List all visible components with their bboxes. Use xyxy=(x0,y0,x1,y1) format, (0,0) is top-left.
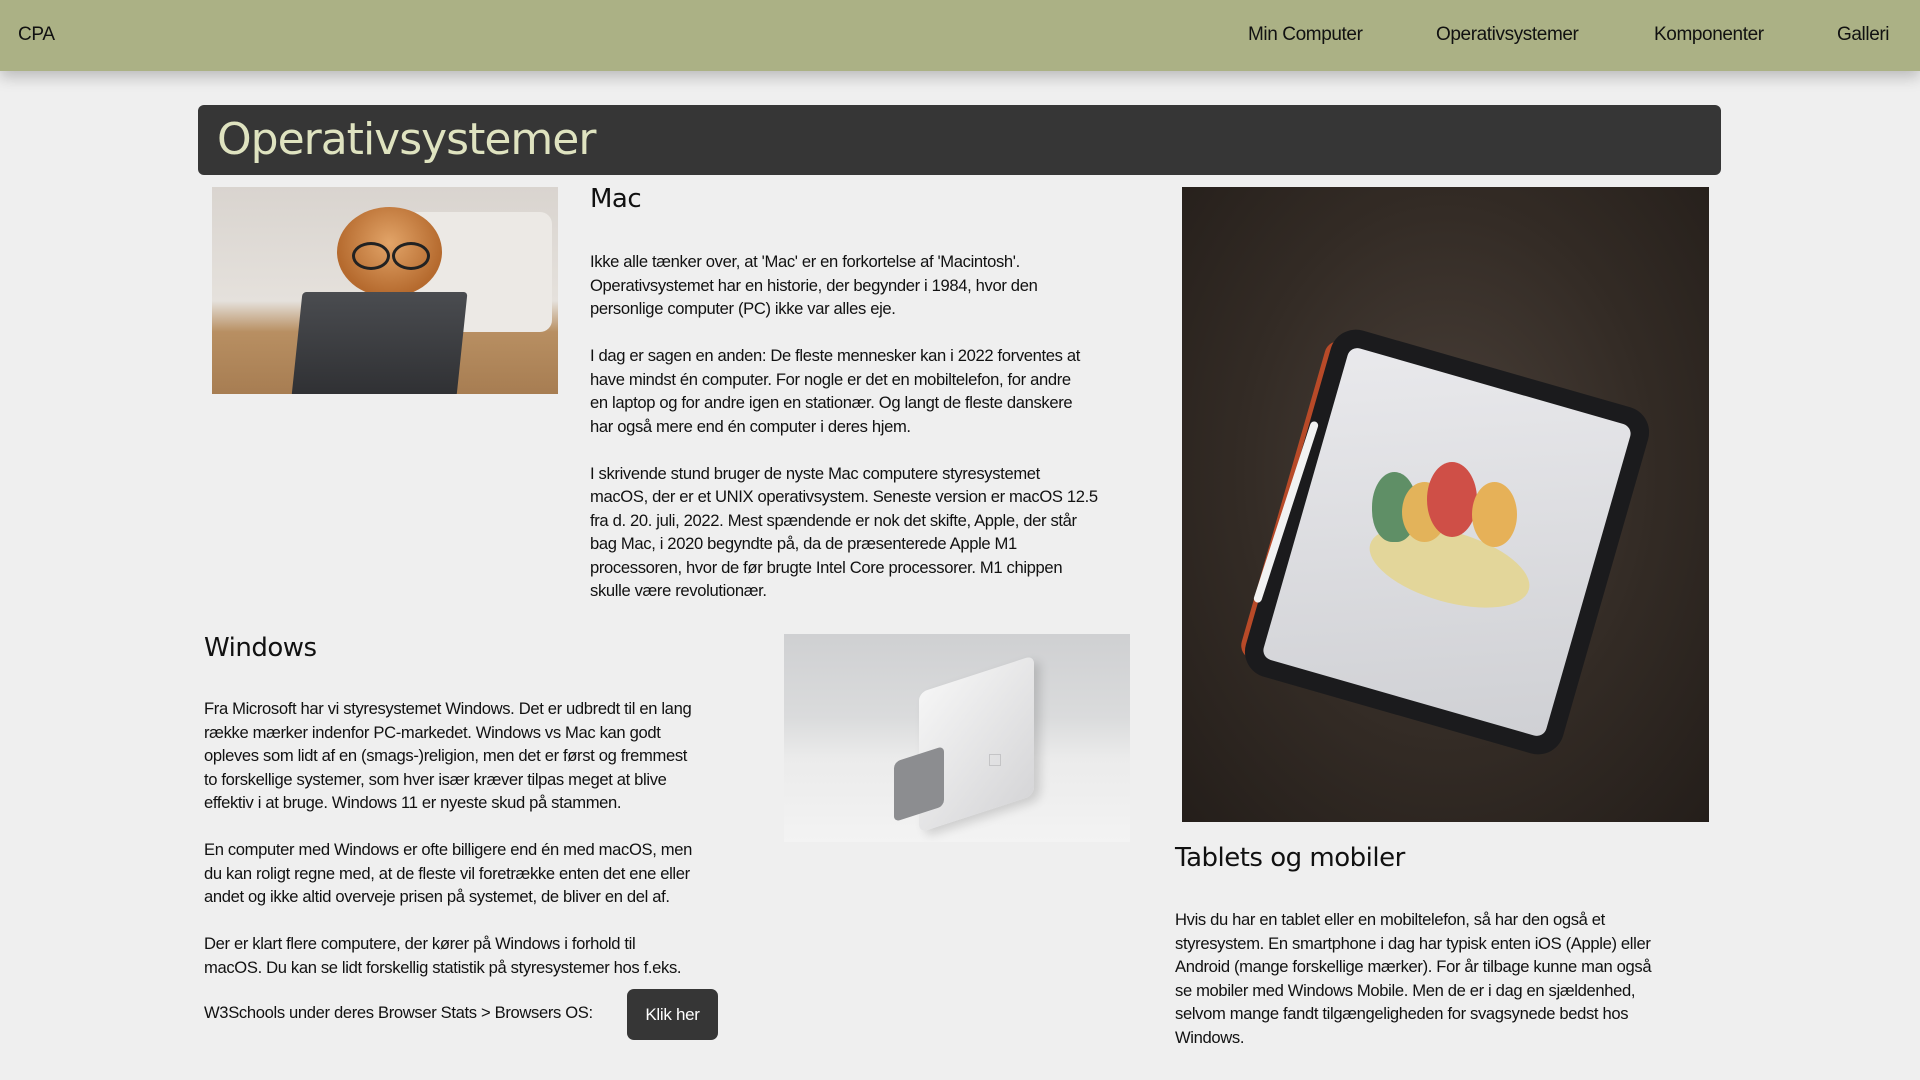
text-line: Operativsystemet har en historie, der be… xyxy=(590,275,1038,295)
text-line: processoren, hvor de før brugte Intel Co… xyxy=(590,557,1063,577)
mac-text: Ikke alle tænker over, at 'Mac' er en fo… xyxy=(590,250,1135,626)
text-line: effektiv i at bruge. Windows 11 er nyest… xyxy=(204,793,622,812)
brand-link[interactable]: CPA xyxy=(18,24,55,46)
text-line: I dag er sagen en anden: De fleste menne… xyxy=(590,346,1081,365)
text-line: Fra Microsoft har vi styresystemet Windo… xyxy=(204,699,692,718)
text-line: du kan roligt regne med, at de fleste vi… xyxy=(204,863,690,883)
text-line: opleves som lidt af en (smags-)religion,… xyxy=(204,746,688,765)
mac-image-dog-with-tablet xyxy=(212,187,558,394)
windows-paragraph: Der er klart flere computere, der kører … xyxy=(204,932,754,979)
text-line: have mindst én computer. For nogle er de… xyxy=(590,369,1071,389)
nav-item-min-computer[interactable]: Min Computer xyxy=(1248,24,1363,46)
text-line: Der er klart flere computere, der kører … xyxy=(204,934,636,953)
text-line: en laptop og for andre igen en stationær… xyxy=(590,393,1073,412)
mac-paragraph: I dag er sagen en anden: De fleste menne… xyxy=(590,344,1135,438)
text-line: se mobiler med Windows Mobile. Men de er… xyxy=(1175,980,1636,1000)
page-title: Operativsystemer xyxy=(217,114,596,165)
mac-paragraph: I skrivende stund bruger de nyste Mac co… xyxy=(590,462,1135,603)
windows-paragraph: Fra Microsoft har vi styresystemet Windo… xyxy=(204,697,754,815)
tablets-heading: Tablets og mobiler xyxy=(1175,843,1405,873)
windows-laptop-image xyxy=(784,634,1130,842)
text-line: Hvis du har en tablet eller en mobiltele… xyxy=(1175,910,1605,929)
text-line: fra d. 20. juli, 2022. Mest spændende er… xyxy=(590,510,1077,530)
text-line: En computer med Windows er ofte billiger… xyxy=(204,840,692,859)
text-line: selvom mange fandt tilgængeligheden for … xyxy=(1175,1004,1629,1023)
klik-her-button[interactable]: Klik her xyxy=(627,989,718,1040)
text-line: bag Mac, i 2020 begyndte på, da de præse… xyxy=(590,534,1017,553)
text-line: har også mere end én computer i deres hj… xyxy=(590,416,911,436)
w3schools-text: W3Schools under deres Browser Stats > Br… xyxy=(204,1003,593,1022)
windows-heading: Windows xyxy=(204,633,317,663)
tablet-image xyxy=(1182,187,1709,822)
text-line: Ikke alle tænker over, at 'Mac' er en fo… xyxy=(590,252,1020,271)
top-navbar: CPA Min Computer Operativsystemer Kompon… xyxy=(0,0,1920,71)
text-line: skulle være revolutionær. xyxy=(590,581,767,600)
mac-paragraph: Ikke alle tænker over, at 'Mac' er en fo… xyxy=(590,250,1135,321)
nav-item-operativsystemer[interactable]: Operativsystemer xyxy=(1436,24,1579,46)
text-line: I skrivende stund bruger de nyste Mac co… xyxy=(590,463,1040,483)
nav-item-komponenter[interactable]: Komponenter xyxy=(1654,24,1764,46)
tablets-paragraph: Hvis du har en tablet eller en mobiltele… xyxy=(1175,908,1720,1049)
windows-paragraph: En computer med Windows er ofte billiger… xyxy=(204,838,754,909)
tablets-text: Hvis du har en tablet eller en mobiltele… xyxy=(1175,908,1720,1073)
page-title-bar: Operativsystemer xyxy=(198,105,1721,175)
text-line: to forskellige systemer, som hver især k… xyxy=(204,769,667,789)
text-line: andet og ikke altid overveje prisen på s… xyxy=(204,887,670,906)
text-line: macOS, der er et UNIX operativsystem. Se… xyxy=(590,487,1098,506)
text-line: række mærker indenfor PC-markedet. Windo… xyxy=(204,722,661,742)
nav-item-galleri[interactable]: Galleri xyxy=(1837,24,1890,46)
text-line: macOS. Du kan se lidt forskellig statist… xyxy=(204,957,682,977)
mac-heading: Mac xyxy=(590,184,642,214)
text-line: Android (mange forskellige mærker). For … xyxy=(1175,957,1652,976)
text-line: Windows. xyxy=(1175,1027,1245,1047)
text-line: styresystem. En smartphone i dag har typ… xyxy=(1175,933,1651,953)
text-line: personlige computer (PC) ikke var alles … xyxy=(590,299,896,318)
windows-text: Fra Microsoft har vi styresystemet Windo… xyxy=(204,697,754,1003)
